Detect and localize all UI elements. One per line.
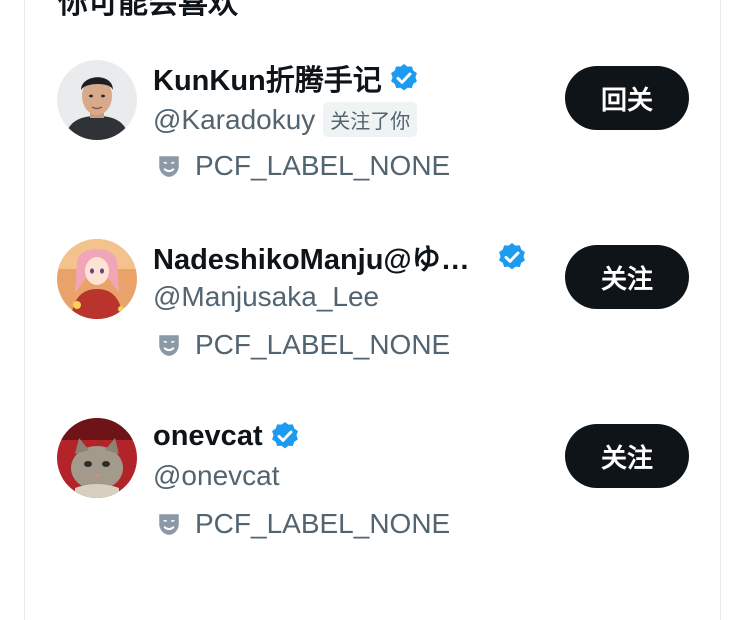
mask-icon bbox=[159, 335, 179, 356]
avatar[interactable] bbox=[57, 239, 137, 319]
name-line: KunKun折腾手记 bbox=[153, 57, 420, 99]
label-line: PCF_LABEL_NONE bbox=[156, 508, 450, 540]
label-text: PCF_LABEL_NONE bbox=[195, 508, 451, 539]
user-handle[interactable]: @Karadokuy bbox=[153, 104, 315, 136]
label-line: PCF_LABEL_NONE bbox=[156, 329, 450, 361]
display-name[interactable]: onevcat bbox=[153, 420, 263, 453]
avatar[interactable] bbox=[57, 60, 137, 140]
section-title: 你可能会喜欢 bbox=[58, 0, 238, 20]
user-handle[interactable]: @onevcat bbox=[153, 460, 280, 492]
display-name[interactable]: NadeshikoManju@ゆ… bbox=[153, 236, 470, 278]
handle-line: @Karadokuy 关注了你 bbox=[153, 102, 418, 137]
name-line: NadeshikoManju@ゆ… bbox=[153, 236, 528, 278]
verified-badge-icon bbox=[498, 243, 525, 270]
follow-back-button[interactable]: 回关 bbox=[565, 66, 689, 130]
handle-line: @Manjusaka_Lee bbox=[153, 281, 379, 313]
label-line: PCF_LABEL_NONE bbox=[156, 150, 450, 182]
user-handle[interactable]: @Manjusaka_Lee bbox=[153, 281, 379, 313]
user-cell[interactable]: KunKun折腾手记 @Karadokuy 关注了你 PCF_LABEL_NON… bbox=[0, 60, 732, 220]
follow-button[interactable]: 关注 bbox=[565, 245, 689, 309]
handle-line: @onevcat bbox=[153, 460, 280, 492]
label-text: PCF_LABEL_NONE bbox=[195, 329, 451, 360]
verified-badge-icon bbox=[390, 64, 417, 91]
mask-icon bbox=[159, 156, 179, 177]
follows-you-badge: 关注了你 bbox=[323, 102, 418, 137]
follow-button[interactable]: 关注 bbox=[565, 424, 689, 488]
verified-badge-icon bbox=[271, 422, 298, 449]
user-cell[interactable]: onevcat @onevcat PCF_LABEL_NONE 关注 bbox=[0, 418, 732, 578]
name-line: onevcat bbox=[153, 418, 301, 454]
mask-icon bbox=[159, 514, 179, 535]
label-text: PCF_LABEL_NONE bbox=[195, 150, 451, 181]
user-cell[interactable]: NadeshikoManju@ゆ… @Manjusaka_Lee PCF_LAB… bbox=[0, 239, 732, 399]
display-name[interactable]: KunKun折腾手记 bbox=[153, 57, 382, 99]
avatar[interactable] bbox=[57, 418, 137, 498]
